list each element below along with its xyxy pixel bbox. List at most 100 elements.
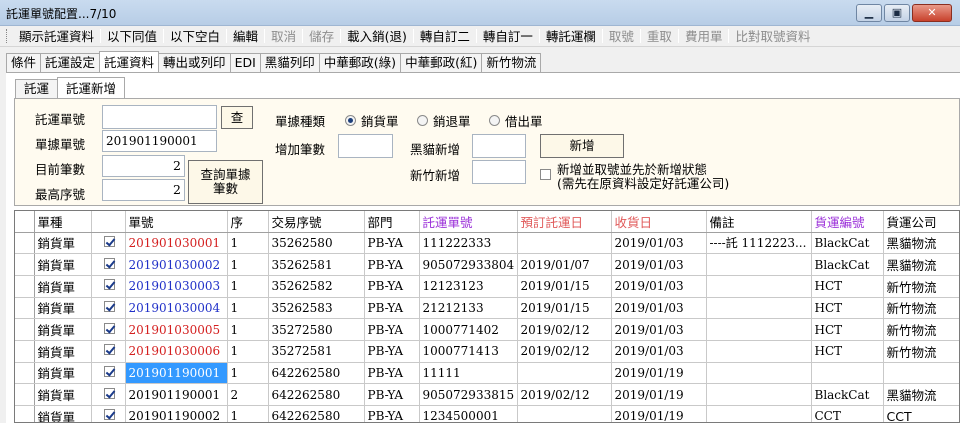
cell-no[interactable]: 201901190001 <box>125 362 228 385</box>
cell-txn[interactable]: 35272581 <box>268 340 365 363</box>
cell-received[interactable]: 2019/01/03 <box>611 253 707 276</box>
cell-type[interactable]: 銷貨單 <box>34 405 92 422</box>
cell-note[interactable] <box>706 383 812 406</box>
row-selector[interactable] <box>15 232 35 255</box>
cell-txn[interactable]: 642262580 <box>268 362 365 385</box>
cell-seq[interactable]: 1 <box>227 253 269 276</box>
query-count-button[interactable]: 查詢單據筆數 <box>188 160 263 204</box>
row-checkbox[interactable] <box>104 344 115 356</box>
toolbar-grip[interactable] <box>6 29 9 43</box>
cell-planned[interactable]: 2019/02/12 <box>517 383 612 406</box>
cell-type[interactable]: 銷貨單 <box>34 318 92 341</box>
cell-carrier[interactable]: CCT <box>883 405 959 422</box>
tab-main-8[interactable]: 中華郵政(紅) <box>400 53 483 72</box>
row-checkbox-cell[interactable] <box>91 275 126 298</box>
row-checkbox[interactable] <box>104 365 115 377</box>
cell-received[interactable]: 2019/01/19 <box>611 405 707 422</box>
table-row[interactable]: 銷貨單 201901030003 1 35262582 PB-YA 12123123 201… <box>15 275 959 298</box>
table-row[interactable]: 銷貨單 201901190002 1 642262580 PB-YA 1234500001… <box>15 405 959 422</box>
cell-type[interactable]: 銷貨單 <box>34 297 92 320</box>
tab-sub-1[interactable]: 託運 <box>15 79 59 98</box>
tab-main-4[interactable]: 轉出或列印 <box>158 53 231 72</box>
cell-received[interactable]: 2019/01/19 <box>611 362 707 385</box>
cell-note[interactable] <box>706 340 812 363</box>
toolbar-button-4[interactable]: 編輯 <box>227 27 264 46</box>
cell-note[interactable] <box>706 362 812 385</box>
cell-no[interactable]: 201901190002 <box>125 405 228 422</box>
cell-carrier-code[interactable]: BlackCat <box>811 232 884 255</box>
cell-tracking[interactable]: 111222333 <box>419 232 518 255</box>
cell-planned[interactable]: 2019/02/12 <box>517 340 612 363</box>
maximize-icon[interactable]: ▣ <box>884 4 910 22</box>
toolbar-button-1[interactable]: 顯示託運資料 <box>13 27 100 46</box>
cell-tracking[interactable]: 905072933815 <box>419 383 518 406</box>
cell-carrier[interactable] <box>883 362 959 385</box>
cell-carrier-code[interactable]: HCT <box>811 340 884 363</box>
add-button[interactable]: 新增 <box>540 134 624 158</box>
cell-carrier-code[interactable]: HCT <box>811 275 884 298</box>
cell-carrier-code[interactable]: HCT <box>811 297 884 320</box>
row-checkbox-cell[interactable] <box>91 362 126 385</box>
column-header-2[interactable] <box>91 211 126 233</box>
cell-no[interactable]: 201901030001 <box>125 232 228 255</box>
cell-planned[interactable]: 2019/01/15 <box>517 275 612 298</box>
row-checkbox-cell[interactable] <box>91 253 126 276</box>
column-header-1[interactable]: 單種 <box>34 211 92 233</box>
column-header-5[interactable]: 交易序號 <box>268 211 365 233</box>
column-header-9[interactable]: 收貨日 <box>611 211 707 233</box>
hsinchu-add-input[interactable] <box>472 160 526 184</box>
table-row[interactable]: 銷貨單 201901190001 2 642262580 PB-YA 9050729338… <box>15 383 959 406</box>
row-checkbox[interactable] <box>104 387 115 399</box>
cell-dept[interactable]: PB-YA <box>364 318 420 341</box>
cell-seq[interactable]: 1 <box>227 232 269 255</box>
tab-main-1[interactable]: 條件 <box>6 53 42 72</box>
cell-tracking[interactable]: 21212133 <box>419 297 518 320</box>
tracking-no-input[interactable] <box>102 105 217 129</box>
radio-return-dot[interactable] <box>417 115 428 126</box>
cell-carrier-code[interactable]: BlackCat <box>811 253 884 276</box>
cell-planned[interactable]: 2019/01/15 <box>517 297 612 320</box>
row-selector[interactable] <box>15 253 35 276</box>
toolbar-button-13[interactable]: 費用單 <box>679 27 729 46</box>
cell-type[interactable]: 銷貨單 <box>34 362 92 385</box>
tab-main-7[interactable]: 中華郵政(綠) <box>318 53 402 72</box>
tab-main-6[interactable]: 黑貓列印 <box>259 53 320 72</box>
toolbar-button-9[interactable]: 轉自訂一 <box>477 27 539 46</box>
column-header-3[interactable]: 單號 <box>125 211 228 233</box>
cell-seq[interactable]: 1 <box>227 275 269 298</box>
cell-planned[interactable] <box>517 405 612 422</box>
cell-no[interactable]: 201901030005 <box>125 318 228 341</box>
cell-txn[interactable]: 35262581 <box>268 253 365 276</box>
cell-carrier-code[interactable]: HCT <box>811 318 884 341</box>
toolbar-button-10[interactable]: 轉託運欄 <box>540 27 602 46</box>
radio-return[interactable]: 銷退單 <box>417 111 471 130</box>
cell-carrier[interactable]: 新竹物流 <box>883 318 959 341</box>
row-checkbox-cell[interactable] <box>91 232 126 255</box>
cell-received[interactable]: 2019/01/03 <box>611 340 707 363</box>
cell-note[interactable] <box>706 253 812 276</box>
cell-carrier[interactable]: 新竹物流 <box>883 275 959 298</box>
cell-txn[interactable]: 35262580 <box>268 232 365 255</box>
cell-seq[interactable]: 1 <box>227 297 269 320</box>
cell-carrier[interactable]: 新竹物流 <box>883 340 959 363</box>
cell-dept[interactable]: PB-YA <box>364 253 420 276</box>
cell-no[interactable]: 201901030006 <box>125 340 228 363</box>
column-header-4[interactable]: 序 <box>227 211 269 233</box>
radio-loan-dot[interactable] <box>489 115 500 126</box>
row-checkbox[interactable] <box>104 300 115 312</box>
tab-main-5[interactable]: EDI <box>229 53 261 72</box>
cell-type[interactable]: 銷貨單 <box>34 232 92 255</box>
cell-no[interactable]: 201901030002 <box>125 253 228 276</box>
table-row[interactable]: 銷貨單 201901190001 1 642262580 PB-YA 11111 2019/… <box>15 362 959 385</box>
toolbar-button-6[interactable]: 儲存 <box>303 27 340 46</box>
cell-no[interactable]: 201901030004 <box>125 297 228 320</box>
column-header-12[interactable]: 貨運公司 <box>883 211 959 233</box>
cell-carrier[interactable]: 新竹物流 <box>883 297 959 320</box>
cell-received[interactable]: 2019/01/03 <box>611 275 707 298</box>
tab-main-9[interactable]: 新竹物流 <box>481 53 542 72</box>
count-input[interactable]: 2 <box>102 155 185 177</box>
search-button[interactable]: 查 <box>221 106 253 129</box>
cell-dept[interactable]: PB-YA <box>364 340 420 363</box>
cell-seq[interactable]: 1 <box>227 362 269 385</box>
column-header-6[interactable]: 部門 <box>364 211 420 233</box>
